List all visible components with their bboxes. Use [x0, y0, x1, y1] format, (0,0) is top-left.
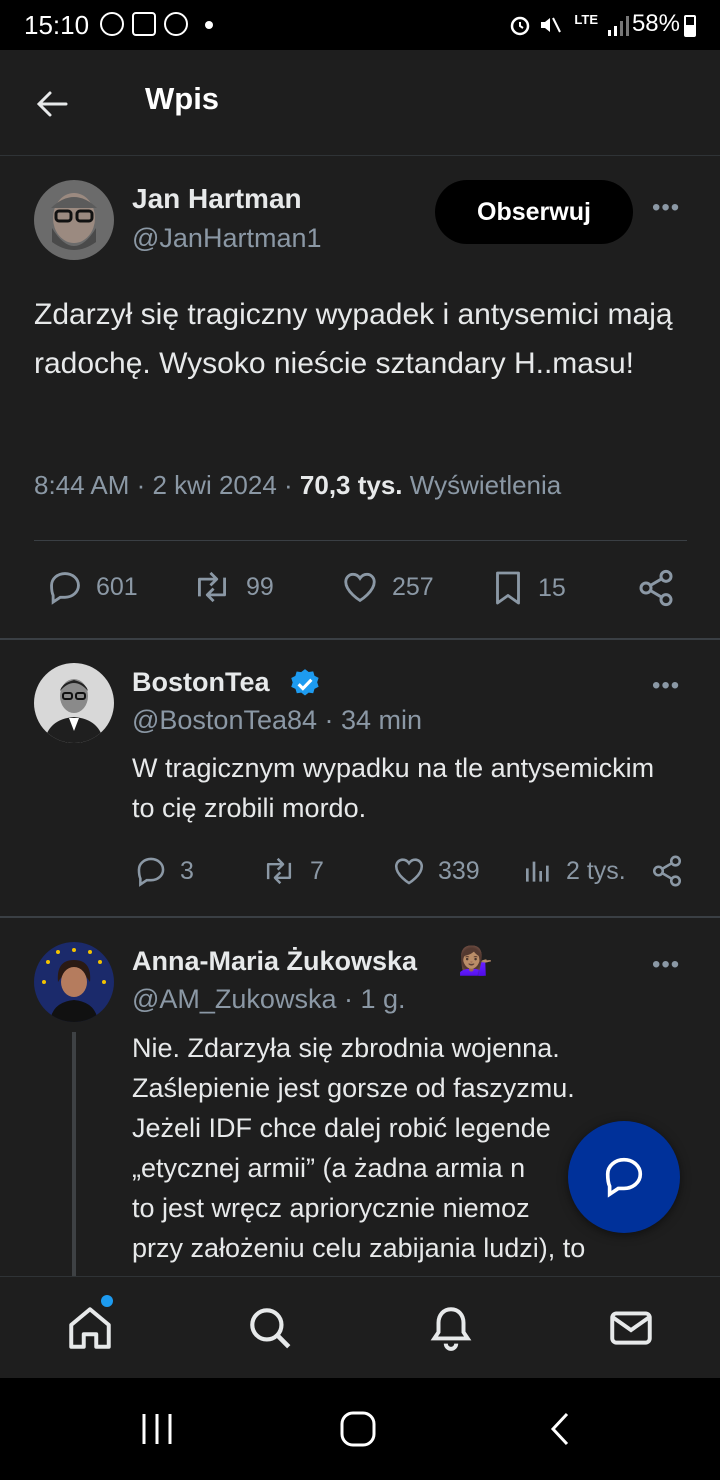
bell-icon[interactable] — [426, 1303, 476, 1353]
post-meta: 8:44 AM · 2 kwi 2024 · 70,3 tys. Wyświet… — [34, 470, 561, 501]
battery-percent: 58% — [631, 10, 680, 37]
share-button[interactable] — [636, 568, 688, 608]
post-thread: Jan Hartman @JanHartman1 Obserwuj ••• Zd… — [0, 156, 720, 1276]
home-button-icon[interactable] — [338, 1409, 378, 1449]
arrow-left-icon[interactable] — [32, 84, 72, 124]
views-count: 70,3 tys. — [299, 470, 403, 500]
more-options-icon[interactable]: ••• — [652, 194, 680, 222]
sync-icon — [164, 12, 188, 36]
search-icon[interactable] — [245, 1303, 295, 1353]
repost-button[interactable]: 7 — [260, 854, 324, 888]
more-options-icon[interactable]: ••• — [652, 672, 680, 700]
compose-reply-button[interactable] — [568, 1121, 680, 1233]
reply-icon — [50, 572, 80, 605]
share-icon — [639, 569, 673, 607]
repost-icon — [198, 571, 226, 603]
network-type: LTE — [574, 12, 598, 27]
author-name[interactable]: Jan Hartman — [132, 183, 302, 215]
bookmark-count: 15 — [538, 573, 566, 602]
heart-icon — [344, 572, 376, 603]
gallery-icon — [132, 12, 156, 36]
page-title: Wpis — [145, 81, 220, 116]
repost-icon — [266, 857, 292, 885]
recent-apps-icon[interactable] — [138, 1410, 176, 1448]
views-label: Wyświetlenia — [402, 470, 562, 500]
notification-badge — [101, 1295, 113, 1307]
like-count: 257 — [392, 572, 434, 601]
post-timestamp: 8:44 AM · 2 kwi 2024 · — [34, 470, 300, 500]
like-button[interactable]: 257 — [340, 568, 434, 606]
status-time: 15:10 — [24, 10, 90, 40]
reply-button[interactable]: 3 — [134, 854, 194, 888]
like-count: 339 — [438, 856, 480, 885]
bookmark-button[interactable]: 15 — [490, 568, 566, 608]
bottom-nav — [0, 1276, 720, 1378]
signal-icon — [608, 16, 629, 36]
battery-icon — [684, 15, 696, 37]
back-button-icon[interactable] — [545, 1410, 577, 1448]
app-bar: Wpis — [0, 50, 720, 156]
handle-and-time[interactable]: @AM_Zukowska · 1 g. — [132, 984, 406, 1015]
thread-line — [72, 1032, 76, 1276]
follow-button[interactable]: Obserwuj — [435, 180, 633, 244]
reply-count: 3 — [180, 856, 194, 885]
views-button[interactable]: 2 tys. — [522, 854, 626, 888]
status-bar: 15:10 LTE 58% — [0, 0, 720, 50]
bookmark-icon — [496, 571, 520, 605]
handle-and-time[interactable]: @BostonTea84 · 34 min — [132, 705, 422, 736]
reply-text-line: przy założeniu celu zabijania ludzi), to — [132, 1233, 586, 1263]
like-button[interactable]: 339 — [392, 854, 480, 888]
reply-icon — [605, 1157, 643, 1198]
repost-count: 99 — [246, 572, 274, 601]
reply-icon — [137, 857, 165, 887]
reply-text: W tragicznym wypadku na tle antysemickim… — [132, 753, 655, 823]
system-nav-bar — [0, 1378, 720, 1480]
home-icon[interactable] — [65, 1303, 115, 1353]
views-count: 2 tys. — [566, 856, 626, 885]
author-handle[interactable]: @JanHartman1 — [132, 223, 322, 254]
reply-text-line: Zaślepienie jest gorsze od faszyzmu. — [132, 1073, 575, 1103]
notification-dot-icon — [205, 21, 213, 29]
avatar[interactable] — [34, 942, 114, 1022]
more-options-icon[interactable]: ••• — [652, 951, 680, 979]
mail-icon[interactable] — [606, 1303, 656, 1353]
avatar[interactable] — [34, 180, 114, 260]
reply-text-line: Nie. Zdarzyła się zbrodnia wojenna. — [132, 1033, 560, 1063]
divider — [34, 540, 687, 541]
share-button[interactable] — [650, 854, 696, 888]
emoji-icon: 💁🏽‍♀️ — [458, 945, 493, 976]
divider — [0, 638, 720, 640]
reply-count: 601 — [96, 572, 138, 601]
divider — [0, 916, 720, 918]
alarm-icon — [510, 16, 530, 36]
messenger-icon — [100, 12, 124, 36]
author-name[interactable]: BostonTea — [132, 667, 270, 698]
post-text: Zdarzył się tragiczny wypadek i antysemi… — [34, 298, 673, 380]
avatar[interactable] — [34, 663, 114, 743]
share-icon — [652, 855, 682, 887]
repost-button[interactable]: 99 — [190, 568, 274, 606]
analytics-icon — [526, 861, 549, 882]
repost-count: 7 — [310, 856, 324, 885]
reply-button[interactable]: 601 — [46, 568, 138, 606]
heart-icon — [394, 858, 424, 885]
verified-badge-icon — [291, 669, 319, 696]
author-name[interactable]: Anna-Maria Żukowska — [132, 946, 417, 977]
mute-icon — [541, 17, 561, 33]
